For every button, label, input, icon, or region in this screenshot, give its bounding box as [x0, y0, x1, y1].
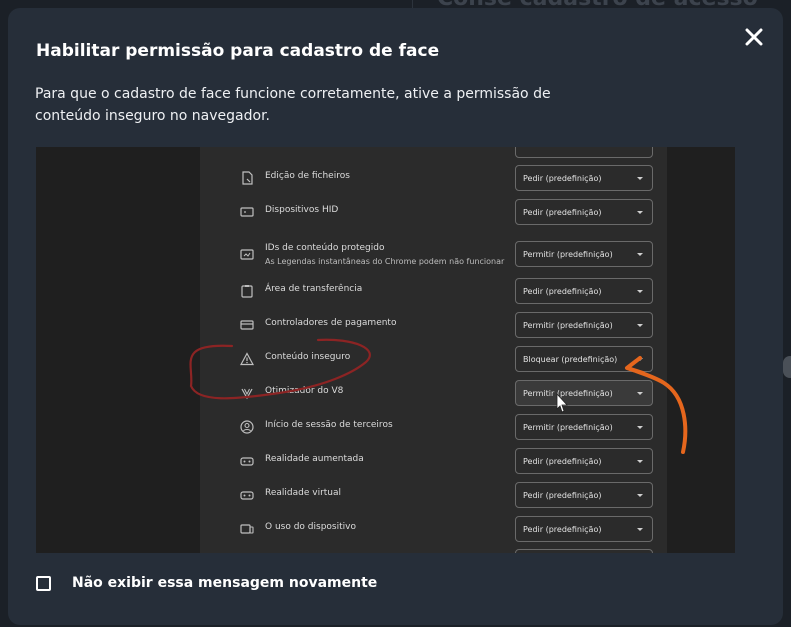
backdrop-divider — [412, 0, 413, 8]
settings-select: Pedir (predefinição) — [515, 448, 653, 474]
browser-settings-panel: Edição de ficheiros Pedir (predefinição)… — [200, 147, 667, 553]
settings-select-value: Permitir (predefinição) — [523, 321, 613, 330]
hid-device-icon — [240, 207, 254, 217]
dropdown-arrow-icon — [637, 358, 643, 361]
settings-select: Permitir (predefinição) — [515, 414, 653, 440]
dropdown-arrow-icon — [637, 426, 643, 429]
settings-row: O uso do dispositivo Pedir (predefinição… — [200, 514, 667, 544]
settings-select: Pedir (predefinição) — [515, 165, 653, 191]
close-button[interactable] — [742, 25, 766, 49]
dropdown-arrow-icon — [637, 177, 643, 180]
settings-row-label: Realidade aumentada — [265, 454, 364, 464]
dropdown-arrow-icon — [637, 460, 643, 463]
settings-row: Realidade aumentada Pedir (predefinição) — [200, 446, 667, 476]
settings-row-label: Controladores de pagamento — [265, 318, 397, 328]
dropdown-arrow-icon — [637, 528, 643, 531]
settings-row: Área de transferência Pedir (predefiniçã… — [200, 276, 667, 306]
checkbox-box[interactable] — [36, 576, 51, 591]
instruction-screenshot: Edição de ficheiros Pedir (predefinição)… — [36, 147, 735, 553]
settings-select — [515, 147, 653, 158]
settings-row-label: Dispositivos HID — [265, 205, 339, 215]
dropdown-arrow-icon — [637, 324, 643, 327]
settings-select: Pedir (predefinição) — [515, 516, 653, 542]
settings-select — [515, 549, 653, 553]
settings-row-label: IDs de conteúdo protegido — [265, 243, 385, 253]
settings-select: Permitir (predefinição) — [515, 312, 653, 338]
settings-select-value: Permitir (predefinição) — [523, 423, 613, 432]
settings-row-label: Edição de ficheiros — [265, 171, 350, 181]
backdrop-scroll-handle — [783, 356, 791, 378]
warning-icon — [240, 352, 254, 366]
settings-row-label: Área de transferência — [265, 284, 363, 294]
dropdown-arrow-icon — [637, 494, 643, 497]
modal-title: Habilitar permissão para cadastro de fac… — [36, 41, 440, 61]
settings-row: Realidade virtual Pedir (predefinição) — [200, 480, 667, 510]
settings-row-sublabel: As Legendas instantâneas do Chrome podem… — [265, 257, 505, 266]
settings-select-value: Pedir (predefinição) — [523, 491, 602, 500]
checkbox-label: Não exibir essa mensagem novamente — [72, 575, 378, 591]
dropdown-arrow-icon — [637, 211, 643, 214]
dropdown-arrow-icon — [637, 290, 643, 293]
settings-select: Permitir (predefinição) — [515, 241, 653, 267]
settings-select-value: Bloquear (predefinição) — [523, 355, 618, 364]
settings-row-cutoff — [200, 547, 667, 553]
clipboard-icon — [241, 285, 253, 298]
settings-select: Pedir (predefinição) — [515, 482, 653, 508]
settings-select: Bloquear (predefinição) — [515, 346, 653, 372]
modal-description: Para que o cadastro de face funcione cor… — [35, 86, 551, 124]
settings-select-value: Permitir (predefinição) — [523, 389, 613, 398]
augmented-reality-icon — [240, 457, 254, 466]
settings-select: Pedir (predefinição) — [515, 199, 653, 225]
settings-row-label: Otimizador do V8 — [265, 386, 344, 396]
settings-select-value: Pedir (predefinição) — [523, 174, 602, 183]
settings-select-hovered: Permitir (predefinição) — [515, 380, 653, 406]
protected-content-icon — [240, 249, 254, 260]
settings-row: Controladores de pagamento Permitir (pre… — [200, 310, 667, 340]
settings-row-label: Realidade virtual — [265, 488, 342, 498]
settings-row: IDs de conteúdo protegido As Legendas in… — [200, 236, 667, 272]
settings-select-value: Pedir (predefinição) — [523, 208, 602, 217]
close-icon — [745, 28, 763, 46]
settings-select-value: Permitir (predefinição) — [523, 250, 613, 259]
v8-optimizer-icon — [241, 388, 253, 400]
settings-select: Pedir (predefinição) — [515, 278, 653, 304]
settings-row: Otimizador do V8 Permitir (predefinição) — [200, 378, 667, 408]
settings-row-insecure-content: Conteúdo inseguro Bloquear (predefinição… — [200, 344, 667, 374]
settings-row-cutoff — [200, 147, 667, 160]
dropdown-arrow-icon — [637, 392, 643, 395]
file-edit-icon — [242, 171, 253, 185]
payment-card-icon — [240, 320, 254, 330]
settings-row-label: O uso do dispositivo — [265, 522, 356, 532]
permission-modal: Habilitar permissão para cadastro de fac… — [8, 8, 783, 625]
settings-row-label: Início de sessão de terceiros — [265, 420, 393, 430]
settings-select-value: Pedir (predefinição) — [523, 457, 602, 466]
settings-row: Edição de ficheiros Pedir (predefinição) — [200, 163, 667, 193]
settings-select-value: Pedir (predefinição) — [523, 525, 602, 534]
settings-row-label: Conteúdo inseguro — [265, 352, 351, 362]
settings-row: Dispositivos HID Pedir (predefinição) — [200, 197, 667, 227]
device-use-icon — [240, 524, 254, 534]
virtual-reality-icon — [240, 491, 254, 500]
settings-select-value: Pedir (predefinição) — [523, 287, 602, 296]
settings-row: Início de sessão de terceiros Permitir (… — [200, 412, 667, 442]
account-icon — [240, 420, 254, 434]
dropdown-arrow-icon — [637, 253, 643, 256]
